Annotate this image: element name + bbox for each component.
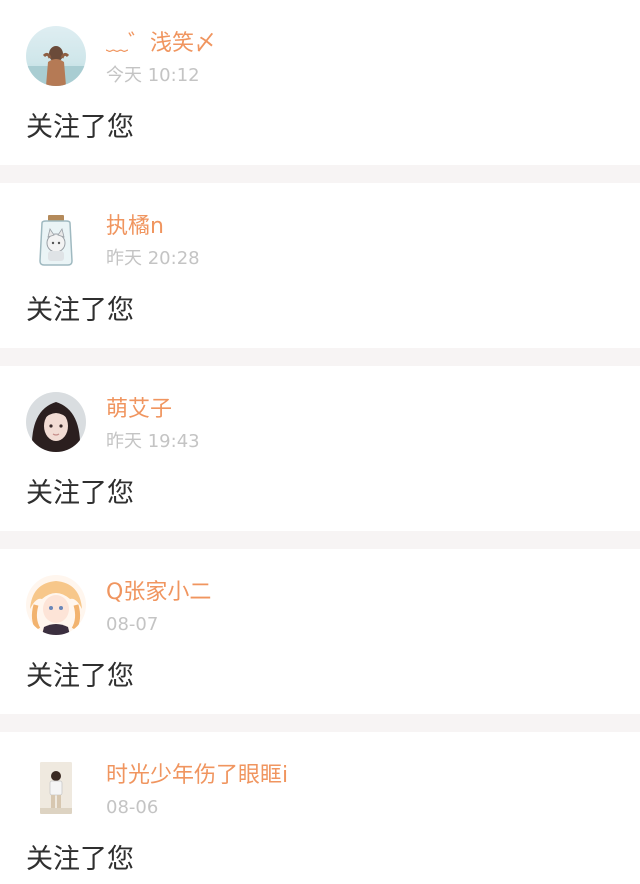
user-name[interactable]: 执橘n <box>106 213 164 241</box>
notification-time: 08-07 <box>106 614 159 635</box>
notification-item[interactable]: ﹏゛浅笑〆 今天 10:12 关注了您 <box>0 0 640 165</box>
notification-time: 昨天 19:43 <box>106 431 200 452</box>
user-name[interactable]: 萌艾子 <box>106 396 172 424</box>
notification-message: 关注了您 <box>26 661 134 692</box>
user-avatar[interactable] <box>26 209 86 269</box>
notification-item[interactable]: 执橘n 昨天 20:28 关注了您 <box>0 183 640 348</box>
user-avatar[interactable] <box>26 575 86 635</box>
dark-hair-girl-avatar-image <box>26 392 86 452</box>
notification-message: 关注了您 <box>26 295 134 326</box>
notification-message: 关注了您 <box>26 844 134 875</box>
user-avatar[interactable] <box>26 758 86 818</box>
notification-item[interactable]: Q张家小二 08-07 关注了您 <box>0 549 640 714</box>
anime-girl-avatar-image <box>26 575 86 635</box>
user-name[interactable]: ﹏゛浅笑〆 <box>106 30 216 58</box>
notification-time: 08-06 <box>106 797 159 818</box>
user-avatar[interactable] <box>26 392 86 452</box>
follow-notification-list: ﹏゛浅笑〆 今天 10:12 关注了您 执橘n 昨天 20:28 关注了您 萌艾… <box>0 0 640 884</box>
notification-time: 昨天 20:28 <box>106 248 200 269</box>
boy-standing-avatar-image <box>26 758 86 818</box>
notification-message: 关注了您 <box>26 112 134 143</box>
cat-in-jar-avatar-image <box>26 209 86 269</box>
notification-item[interactable]: 时光少年伤了眼眶i 08-06 关注了您 <box>0 732 640 884</box>
notification-time: 今天 10:12 <box>106 65 200 86</box>
user-name[interactable]: 时光少年伤了眼眶i <box>106 762 288 790</box>
user-name[interactable]: Q张家小二 <box>106 579 211 607</box>
notification-item[interactable]: 萌艾子 昨天 19:43 关注了您 <box>0 366 640 531</box>
beach-girl-avatar-image <box>26 26 86 86</box>
user-avatar[interactable] <box>26 26 86 86</box>
notification-message: 关注了您 <box>26 478 134 509</box>
